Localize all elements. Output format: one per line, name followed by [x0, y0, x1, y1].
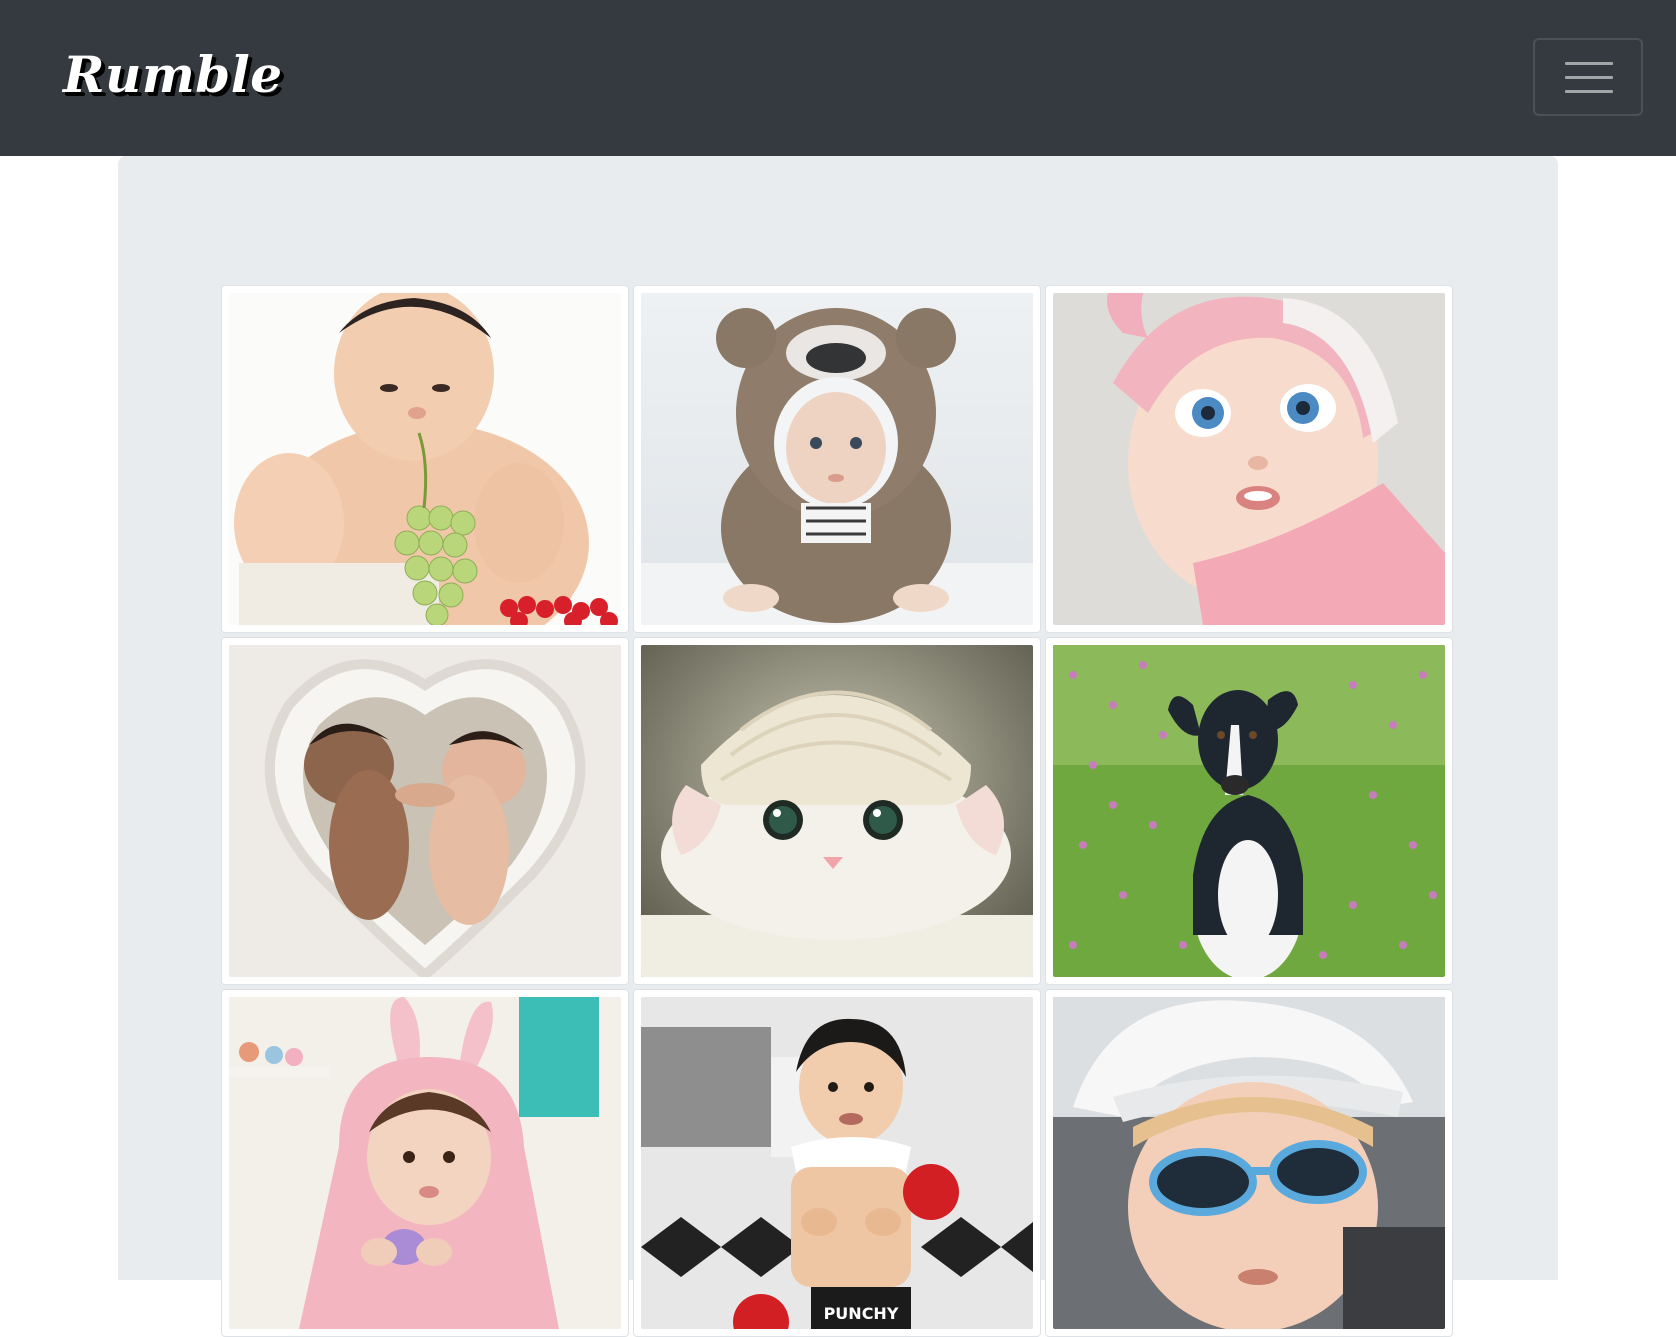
- svg-text:PUNCHY: PUNCHY: [824, 1304, 899, 1323]
- hamburger-menu-icon-bar: [1565, 90, 1613, 93]
- photo-baby-boxer-costume: PUNCHY: [641, 997, 1033, 1329]
- photo-blue-eyed-baby-pink-hat: [1053, 293, 1445, 625]
- photo-dog-in-flower-field: [1053, 645, 1445, 977]
- gallery-card[interactable]: [221, 989, 629, 1337]
- gallery-card[interactable]: PUNCHY: [633, 989, 1041, 1337]
- photo-baby-with-grapes: [229, 293, 621, 625]
- hamburger-menu-icon: [1565, 62, 1613, 65]
- photo-twin-newborns-in-blanket: [229, 645, 621, 977]
- photo-white-kitten-in-knit-hat: [641, 645, 1033, 977]
- gallery-card[interactable]: [633, 637, 1041, 985]
- hamburger-menu-icon-bar: [1565, 76, 1613, 79]
- gallery-card[interactable]: [1045, 285, 1453, 633]
- gallery-card[interactable]: [221, 637, 629, 985]
- photo-baby-with-sunglasses: [1053, 997, 1445, 1329]
- gallery-card[interactable]: [221, 285, 629, 633]
- photo-baby-in-bunny-towel: [229, 997, 621, 1329]
- gallery-card[interactable]: [633, 285, 1041, 633]
- photo-baby-in-bear-costume: [641, 293, 1033, 625]
- brand-logo[interactable]: Rumble: [63, 40, 283, 110]
- gallery-card[interactable]: [1045, 989, 1453, 1337]
- gallery-card[interactable]: [1045, 637, 1453, 985]
- navbar-toggler-button[interactable]: [1533, 38, 1643, 116]
- top-navbar: Rumble: [0, 0, 1676, 156]
